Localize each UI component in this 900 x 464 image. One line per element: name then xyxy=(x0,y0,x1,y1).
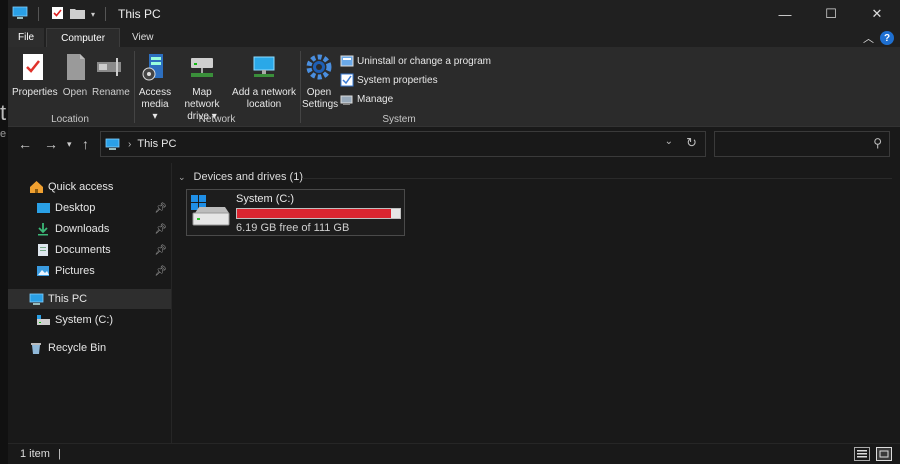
drive-usage-bar xyxy=(236,208,401,219)
search-box[interactable]: ⚲ xyxy=(714,131,890,157)
pin-icon[interactable]: 📌︎ xyxy=(154,203,167,214)
this-pc-nav-icon xyxy=(28,291,44,307)
address-bar[interactable]: › This PC ⌄ ↻ xyxy=(100,131,706,157)
nav-downloads[interactable]: Downloads 📌︎ xyxy=(8,219,171,239)
desktop-icon xyxy=(35,200,51,216)
download-arrow-icon xyxy=(35,221,51,237)
navigation-bar: ← → ▾ ↑ › This PC ⌄ ↻ ⚲ xyxy=(8,127,900,162)
nav-recycle-bin[interactable]: Recycle Bin xyxy=(8,338,171,358)
background-window-edge: t e xyxy=(0,0,8,464)
navigation-pane: Quick access Desktop 📌︎ Downloads 📌︎ Doc… xyxy=(8,163,171,443)
minimize-button[interactable]: — xyxy=(762,0,808,28)
qat-dropdown-icon[interactable]: ▾ xyxy=(91,10,95,19)
tab-file[interactable]: File xyxy=(8,28,45,47)
ribbon-group-network: Access media ▾ Map network drive ▾ Add a… xyxy=(136,47,298,127)
system-properties-button[interactable]: System properties xyxy=(340,73,438,87)
pin-icon[interactable]: 📌︎ xyxy=(154,224,167,235)
manage-icon xyxy=(340,92,354,106)
open-settings-button[interactable]: Open Settings xyxy=(302,51,338,111)
pin-icon[interactable]: 📌︎ xyxy=(154,245,167,256)
properties-qat-icon[interactable] xyxy=(51,6,64,23)
recent-locations-chevron-icon[interactable]: ▾ xyxy=(67,139,72,150)
drive-free-space: 6.19 GB free of 111 GB xyxy=(236,222,350,234)
map-network-drive-button[interactable]: Map network drive ▾ xyxy=(174,51,230,123)
nav-this-pc[interactable]: This PC xyxy=(8,289,171,309)
forward-arrow-icon[interactable]: → xyxy=(44,136,58,152)
drive-usage-fill xyxy=(237,209,391,218)
access-media-icon xyxy=(139,51,171,83)
ribbon-tabs: File Computer View ︿ ? xyxy=(8,28,900,47)
drive-tile-system-c[interactable]: System (C:) 6.19 GB free of 111 GB xyxy=(186,189,405,236)
home-star-icon xyxy=(28,179,44,195)
collapse-ribbon-icon[interactable]: ︿ xyxy=(863,30,874,46)
this-pc-icon xyxy=(12,6,28,23)
add-network-location-button[interactable]: Add a network location xyxy=(232,51,296,111)
maximize-button[interactable]: ☐ xyxy=(808,0,854,28)
pin-icon[interactable]: 📌︎ xyxy=(154,266,167,277)
uninstall-icon xyxy=(340,54,354,68)
status-separator: | xyxy=(57,448,61,460)
properties-button[interactable]: Properties xyxy=(12,51,58,99)
drive-name: System (C:) xyxy=(236,193,295,205)
nav-system-drive[interactable]: System (C:) xyxy=(8,310,171,330)
recycle-bin-icon xyxy=(28,340,44,356)
gear-icon xyxy=(303,51,335,83)
item-count: 1 item xyxy=(20,448,50,460)
this-pc-small-icon xyxy=(105,138,120,151)
window-title: This PC xyxy=(118,7,161,21)
up-arrow-icon[interactable]: ↑ xyxy=(82,136,89,152)
rename-button[interactable]: Rename xyxy=(92,51,130,99)
help-icon[interactable]: ? xyxy=(880,31,894,45)
properties-icon xyxy=(17,51,49,83)
tab-computer[interactable]: Computer xyxy=(46,28,121,47)
ribbon: Properties Open Rename Location Access m… xyxy=(8,47,900,127)
window-controls: — ☐ ✕ xyxy=(762,0,900,28)
quick-access-toolbar: ▾ This PC xyxy=(8,6,161,23)
nav-quick-access[interactable]: Quick access xyxy=(8,177,171,197)
add-network-location-icon xyxy=(248,51,280,83)
nav-documents[interactable]: Documents 📌︎ xyxy=(8,240,171,260)
content-pane: ⌄ Devices and drives (1) System (C:) 6.1… xyxy=(172,163,900,443)
map-network-drive-icon xyxy=(186,51,218,83)
address-dropdown-icon[interactable]: ⌄ xyxy=(665,136,673,147)
system-properties-icon xyxy=(340,73,354,87)
system-group-label: System xyxy=(382,114,416,125)
open-button[interactable]: Open xyxy=(60,51,90,99)
hard-drive-windows-icon xyxy=(191,193,231,229)
rename-icon xyxy=(94,51,126,83)
tab-view[interactable]: View xyxy=(120,28,166,47)
nav-pictures[interactable]: Pictures 📌︎ xyxy=(8,261,171,281)
drive-icon xyxy=(35,312,51,328)
breadcrumb-separator-icon[interactable]: › xyxy=(128,139,131,150)
search-icon: ⚲ xyxy=(873,136,882,150)
devices-group-header[interactable]: ⌄ Devices and drives (1) xyxy=(178,171,303,183)
nav-desktop[interactable]: Desktop 📌︎ xyxy=(8,198,171,218)
close-button[interactable]: ✕ xyxy=(854,0,900,28)
network-group-label: Network xyxy=(198,114,236,125)
manage-button[interactable]: Manage xyxy=(340,92,393,106)
new-folder-qat-icon[interactable] xyxy=(70,7,85,22)
details-view-button[interactable] xyxy=(854,447,870,461)
large-icons-view-button[interactable] xyxy=(876,447,892,461)
title-bar: ▾ This PC — ☐ ✕ xyxy=(8,0,900,28)
pictures-icon xyxy=(35,263,51,279)
status-bar: 1 item | xyxy=(8,443,900,464)
ribbon-group-location: Properties Open Rename Location xyxy=(8,47,132,127)
uninstall-program-button[interactable]: Uninstall or change a program xyxy=(340,54,491,68)
location-group-label: Location xyxy=(51,114,89,125)
refresh-icon[interactable]: ↻ xyxy=(686,135,697,151)
back-arrow-icon[interactable]: ← xyxy=(18,136,32,152)
documents-icon xyxy=(35,242,51,258)
breadcrumb-this-pc[interactable]: This PC xyxy=(137,138,176,150)
open-icon xyxy=(60,51,92,83)
access-media-button[interactable]: Access media ▾ xyxy=(138,51,172,123)
file-explorer-window: ▾ This PC — ☐ ✕ File Computer View ︿ ? P… xyxy=(8,0,900,464)
collapse-chevron-icon[interactable]: ⌄ xyxy=(178,172,186,183)
